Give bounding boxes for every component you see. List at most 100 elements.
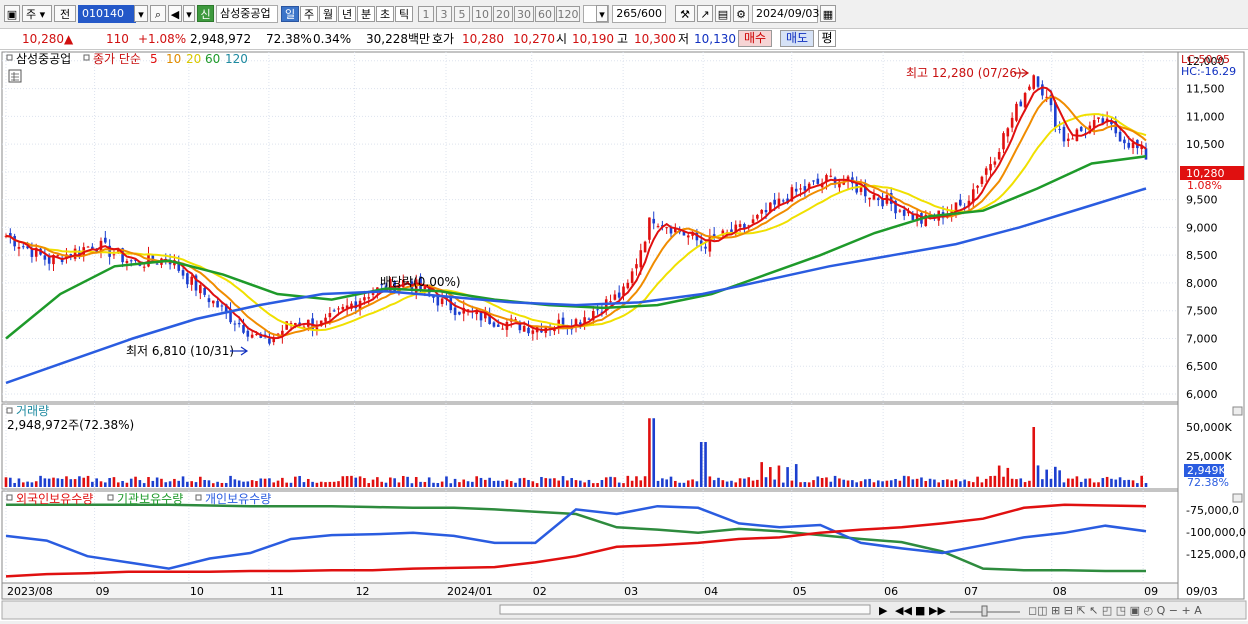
volume-bar — [777, 465, 781, 487]
volume-bar — [376, 477, 379, 487]
price-tick-label: 9,000 — [1186, 221, 1218, 234]
new-badge[interactable]: 신 — [197, 5, 214, 22]
price-tick-label: 7,500 — [1186, 305, 1218, 318]
period-tick[interactable]: 틱 — [395, 6, 413, 22]
volume-bar — [656, 480, 660, 487]
volume-bar — [186, 481, 189, 487]
volume-bar — [954, 479, 958, 487]
interval-5[interactable]: 5 — [454, 6, 470, 22]
volume-bar — [622, 483, 625, 487]
vol-pane-close-icon[interactable] — [1232, 406, 1243, 416]
volume-bar — [492, 480, 496, 487]
calendar-icon[interactable]: ▦ — [820, 5, 836, 22]
interval-30[interactable]: 30 — [514, 6, 534, 22]
volume: 2,948,972 — [190, 32, 252, 46]
volume-bar — [410, 483, 414, 487]
market2-select[interactable]: 전 — [54, 5, 76, 22]
volume-bar — [436, 483, 440, 487]
interval-60[interactable]: 60 — [535, 6, 555, 22]
candle-body — [1041, 84, 1044, 96]
legend-ma120: 120 — [225, 52, 248, 66]
volume-bar — [794, 464, 798, 487]
candle-body — [496, 324, 500, 327]
candle-body — [868, 197, 871, 200]
volume-bar — [363, 478, 366, 487]
candle-body — [155, 263, 159, 265]
market-select[interactable]: 주 ▾ — [22, 5, 52, 22]
volume-bar — [1084, 478, 1087, 487]
candle-body — [596, 309, 599, 311]
speaker-icon[interactable]: ◀ — [168, 5, 182, 22]
sell-button[interactable]: 매도 — [780, 30, 814, 47]
interval-10[interactable]: 10 — [472, 6, 492, 22]
toolbar-bottom-icons[interactable]: ◻◫ ⊞ ⊟ ⇱ ↖ ◰ ◳ ▣ ◴ Q − + A — [1028, 604, 1202, 617]
scroll-first-icon[interactable]: ◀◀ — [895, 604, 912, 617]
scroll-last-icon[interactable]: ▶▶ — [929, 604, 946, 617]
stock-code-input[interactable]: 010140 — [78, 5, 136, 23]
volume-bar — [924, 480, 928, 487]
period-month[interactable]: 월 — [319, 6, 337, 22]
interval-1[interactable]: 1 — [418, 6, 434, 22]
volume-bar — [691, 479, 694, 487]
volume-bar — [315, 482, 319, 487]
volume-bar — [147, 477, 150, 487]
chart-tools-icon[interactable]: ⚒ — [675, 5, 695, 22]
scroll-stop-icon[interactable]: ■ — [915, 604, 925, 617]
candle-body — [527, 327, 530, 334]
volume-bar — [1015, 479, 1018, 487]
chart-area[interactable]: 6,000 6,500 7,000 7,500 8,000 8,500 9,000 9,500… — [0, 50, 1248, 621]
period-minute[interactable]: 분 — [357, 6, 375, 22]
candle-body — [1015, 103, 1018, 121]
settings-icon[interactable]: ⚙ — [733, 5, 749, 22]
bid2: 10,270 — [513, 32, 555, 46]
avg-button[interactable]: 평 — [818, 30, 836, 47]
period-year[interactable]: 년 — [338, 6, 356, 22]
volume-bar — [26, 481, 29, 487]
layout-icon[interactable]: ▣ — [4, 5, 20, 22]
scrollbar-thumb[interactable] — [499, 604, 871, 615]
period-second[interactable]: 초 — [376, 6, 394, 22]
volume-bar — [717, 477, 720, 487]
save-icon[interactable]: ▤ — [715, 5, 731, 22]
interval-120[interactable]: 120 — [556, 6, 580, 22]
volume-bar — [566, 480, 569, 487]
interval-3[interactable]: 3 — [436, 6, 452, 22]
scroll-right-icon[interactable]: ▶ — [879, 604, 888, 617]
volume-bar — [829, 481, 833, 487]
volume-bar — [1019, 478, 1023, 487]
code-dropdown-icon[interactable]: ▾ — [134, 5, 148, 22]
volume-bar — [484, 479, 487, 487]
draw-icon[interactable]: ↗ — [697, 5, 713, 22]
volume-bar — [712, 480, 716, 487]
period-day[interactable]: 일 — [281, 6, 299, 22]
stock-name-field: 삼성중공업 — [216, 5, 278, 23]
candle-body — [613, 294, 617, 300]
search-icon[interactable]: ⌕ — [150, 5, 166, 22]
hold-pane-close-icon[interactable] — [1232, 493, 1243, 503]
candle-body — [479, 312, 483, 321]
volume-bar — [756, 479, 759, 487]
volume-bar — [1123, 480, 1126, 487]
candle-body — [764, 210, 768, 213]
count-field[interactable]: 265/600 — [612, 5, 666, 23]
zoom-slider-handle[interactable] — [981, 605, 988, 617]
stock-chart[interactable]: 6,000 6,500 7,000 7,500 8,000 8,500 9,000 9,500… — [0, 50, 1248, 621]
volume-bar — [367, 483, 371, 487]
volume-bar — [907, 476, 910, 487]
volume-bar — [496, 480, 500, 487]
volume-bar — [350, 475, 353, 487]
x-tick-label: 10 — [190, 585, 204, 598]
interval-20[interactable]: 20 — [493, 6, 513, 22]
volume-bar — [661, 478, 664, 487]
volume-bar — [803, 482, 807, 487]
interval-dropdown-icon[interactable]: ▾ — [596, 5, 608, 22]
volume-bar — [233, 479, 237, 487]
period-week[interactable]: 주 — [300, 6, 318, 22]
candle-body — [829, 175, 833, 177]
buy-button[interactable]: 매수 — [738, 30, 772, 47]
speaker-dropdown-icon[interactable]: ▾ — [183, 5, 195, 22]
date-input[interactable]: 2024/09/03 — [752, 5, 819, 23]
volume-bar — [1066, 478, 1070, 487]
candle-body — [190, 276, 193, 285]
volume-bar — [397, 482, 401, 487]
